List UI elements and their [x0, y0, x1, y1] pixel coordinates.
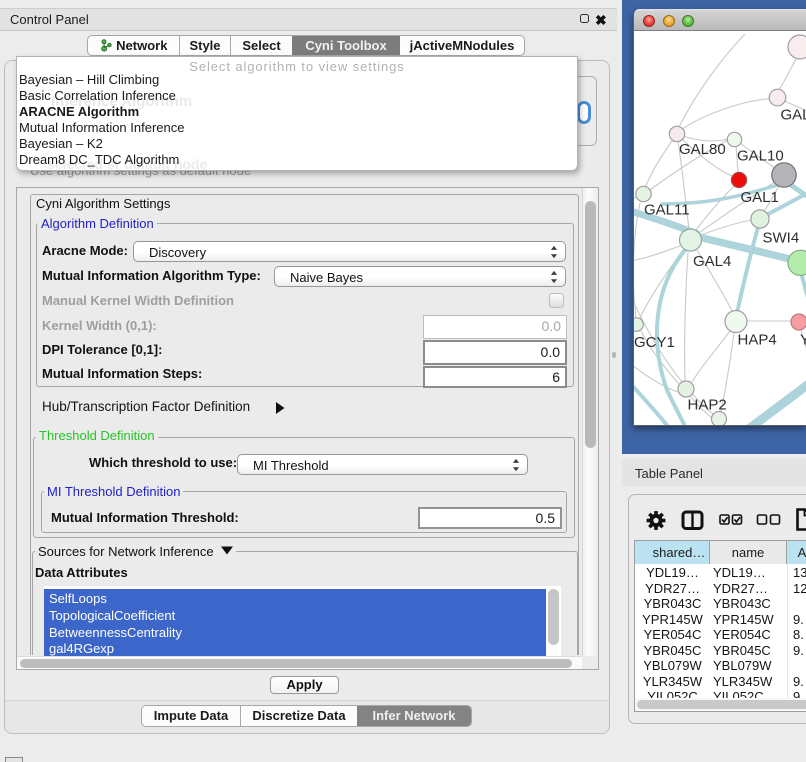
svg-text:GAL80: GAL80	[679, 141, 726, 158]
svg-text:HAP4: HAP4	[738, 332, 777, 349]
svg-text:YM: YM	[800, 332, 806, 349]
svg-text:GAL2: GAL2	[781, 107, 806, 124]
svg-text:HAP2: HAP2	[688, 397, 727, 414]
svg-text:GAL10: GAL10	[737, 148, 784, 165]
svg-text:GCY1: GCY1	[634, 334, 675, 351]
svg-text:GAL11: GAL11	[644, 202, 690, 219]
svg-text:SWI4: SWI4	[763, 230, 800, 247]
svg-text:GAL1: GAL1	[741, 189, 779, 206]
svg-text:GAL4: GAL4	[693, 253, 731, 270]
